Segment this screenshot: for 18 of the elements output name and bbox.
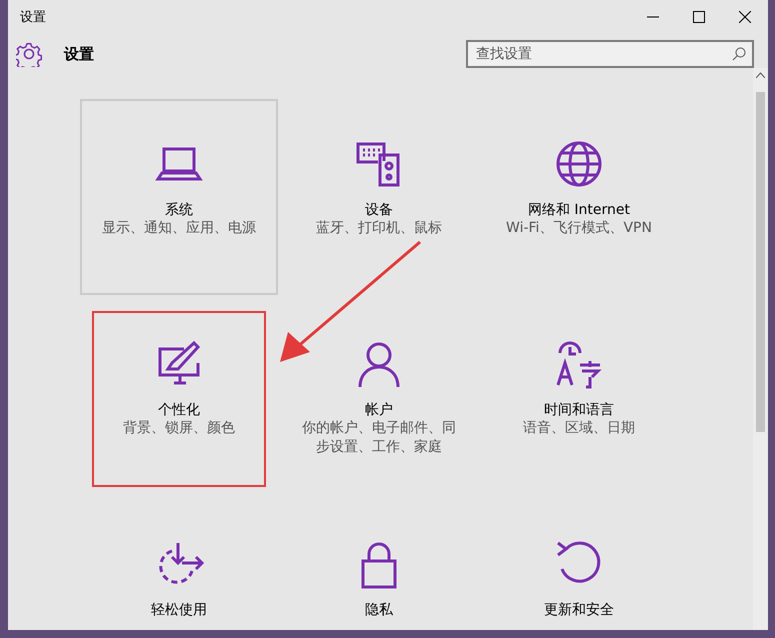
settings-tile[interactable]: 系统 显示、通知、应用、电源 bbox=[80, 99, 278, 295]
settings-tile[interactable]: 更新和安全 bbox=[480, 499, 678, 630]
settings-tile[interactable]: 网络和 Internet Wi-Fi、飞行模式、VPN bbox=[480, 99, 678, 299]
close-icon bbox=[739, 11, 751, 23]
settings-tile[interactable]: 轻松使用 bbox=[80, 499, 278, 630]
settings-tile[interactable]: 帐户 你的帐户、电子邮件、同步设置、工作、家庭 bbox=[280, 299, 478, 499]
clock-language-icon bbox=[554, 339, 604, 389]
settings-tile[interactable]: 设备 蓝牙、打印机、鼠标 bbox=[280, 99, 478, 299]
settings-tile[interactable]: 个性化 背景、锁屏、颜色 bbox=[80, 299, 278, 499]
settings-tile[interactable]: 隐私 bbox=[280, 499, 478, 630]
page-title: 设置 bbox=[64, 44, 95, 64]
search-field[interactable]: 查找设置 bbox=[466, 40, 754, 68]
window-title: 设置 bbox=[20, 9, 47, 26]
globe-icon bbox=[554, 139, 604, 189]
search-icon bbox=[732, 47, 746, 61]
settings-tile[interactable]: 时间和语言 语音、区域、日期 bbox=[480, 299, 678, 499]
settings-icon bbox=[16, 41, 42, 67]
maximize-icon bbox=[693, 11, 705, 23]
